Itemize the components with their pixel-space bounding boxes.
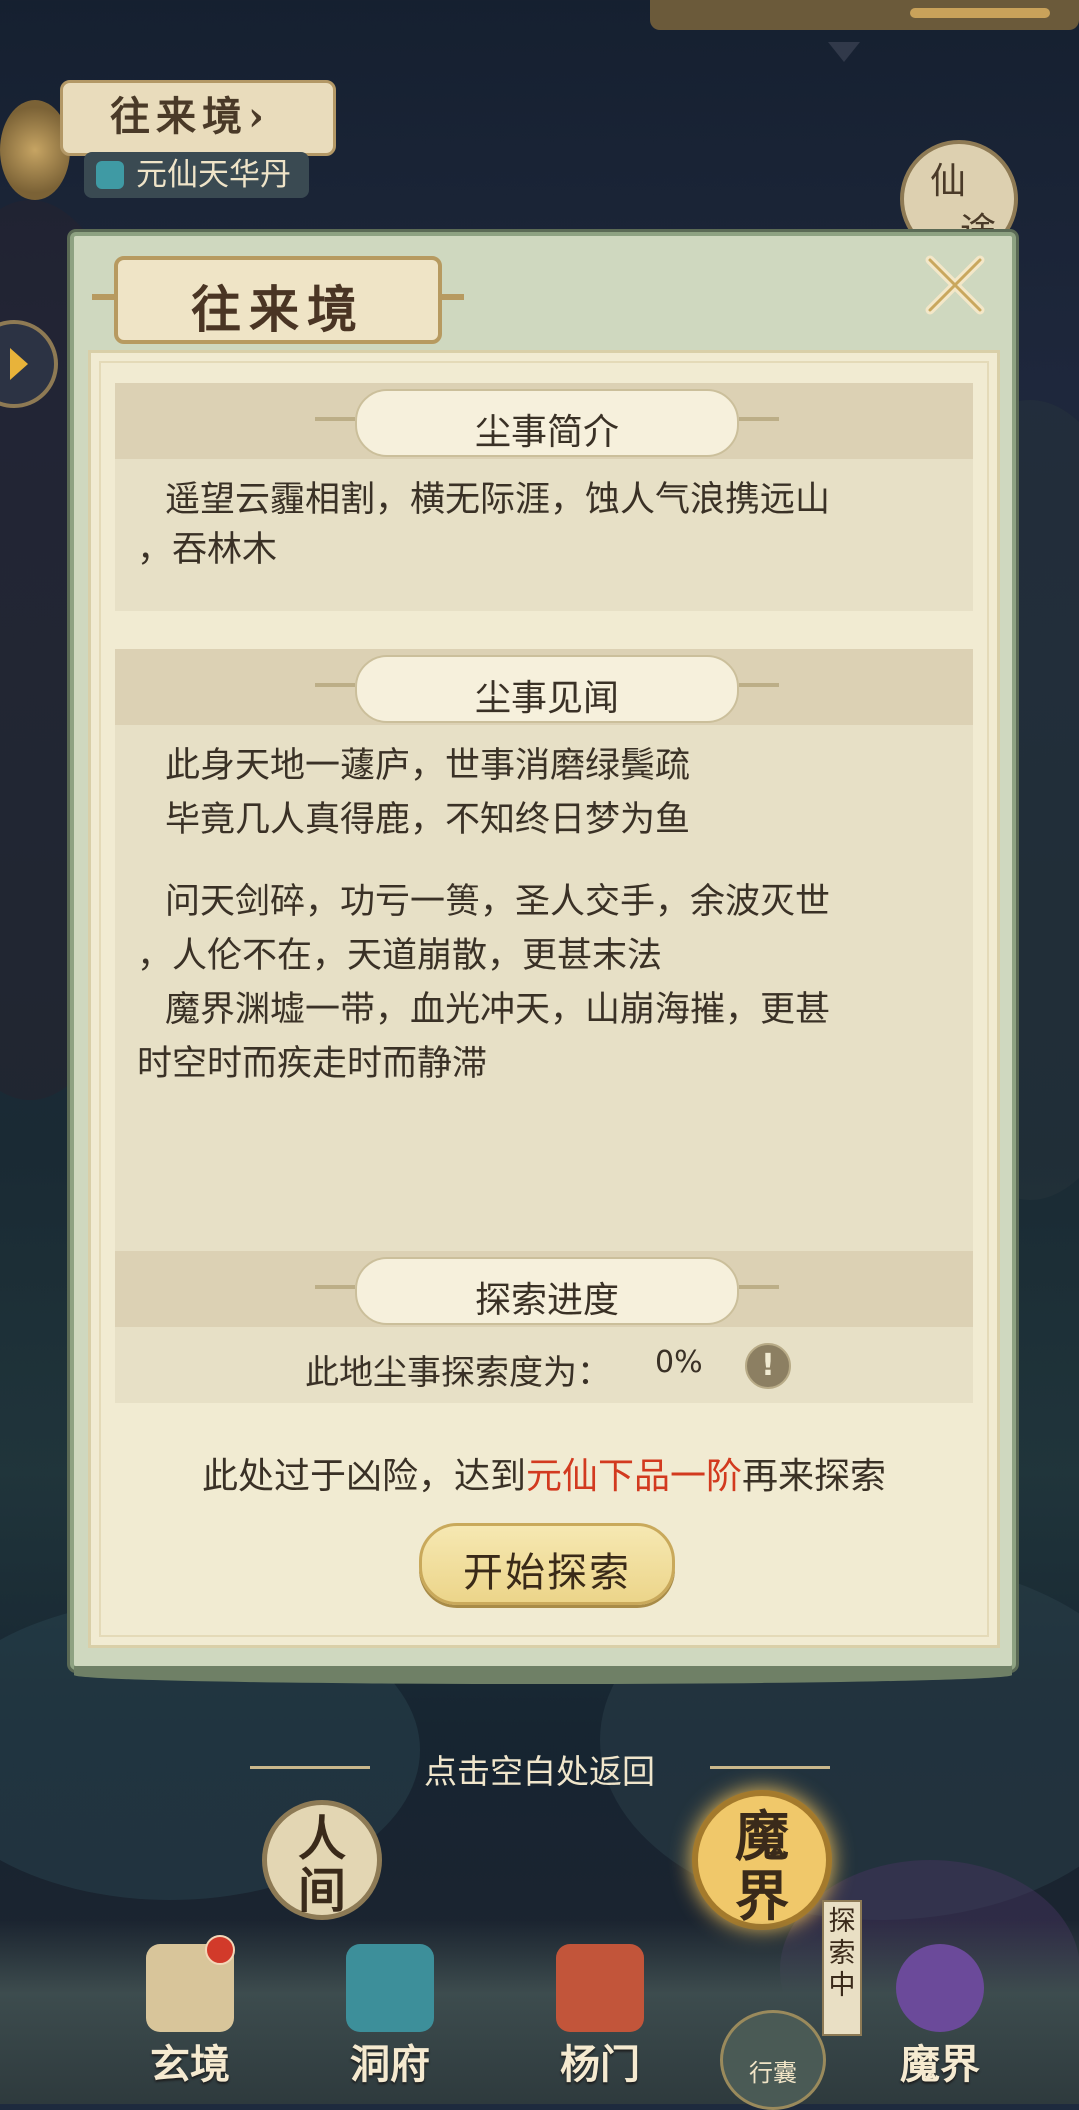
exploring-tag: 探索中 (822, 1900, 862, 2036)
section-label-lore: 尘事见闻 (474, 678, 619, 719)
required-realm: 元仙下品一阶 (525, 1456, 742, 1497)
section-body-progress: 此地尘事探索度为： 0% ! (115, 1327, 973, 1403)
return-hint[interactable]: 点击空白处返回 (0, 1745, 1079, 1793)
section-body-intro: 遥望云霾相割，横无际涯，蚀人气浪携远山 ，吞林木 (115, 459, 973, 611)
nav-xingnang[interactable]: 行囊 (720, 2010, 826, 2110)
area-item: 元仙天华丹 (84, 152, 309, 198)
section-header-progress: 探索进度 (115, 1251, 973, 1327)
lore-line: ，人伦不在，天道崩散，更甚末法 (137, 936, 663, 976)
start-explore-button[interactable]: 开始探索 (419, 1523, 675, 1605)
demon-realm-icon (896, 1944, 984, 2032)
realm-mojie-button[interactable]: 魔界 (692, 1790, 832, 1930)
lore-line: 问天剑碎，功亏一篑，圣人交手，余波灭世 (165, 882, 831, 922)
realm-renjian-button[interactable]: 人间 (262, 1800, 382, 1920)
section-label-intro: 尘事简介 (474, 412, 619, 453)
intro-line: 遥望云霾相割，横无际涯，蚀人气浪携远山 (165, 480, 831, 520)
close-button[interactable] (920, 250, 990, 320)
banner-icon (556, 1944, 644, 2032)
progress-value: 0% (655, 1345, 703, 1380)
dialog-title-plate: 往来境 (92, 256, 464, 344)
section-body-lore: 此身天地一蘧庐，世事消磨绿鬓疏 毕竟几人真得鹿，不知终日梦为鱼 问天剑碎，功亏一… (115, 725, 973, 1251)
nav-dongfu[interactable]: 洞府 (310, 1940, 470, 2090)
nav-yangmen[interactable]: 杨门 (520, 1940, 680, 2090)
top-resource-bar (650, 0, 1079, 30)
corner-badge-char: 仙 (930, 161, 967, 202)
intro-line: ，吞林木 (137, 530, 278, 570)
bottom-nav: 玄境 洞府 杨门 魔界 (0, 1920, 1079, 2104)
content-paper: 尘事简介 遥望云霾相割，横无际涯，蚀人气浪携远山 ，吞林木 尘事见闻 此身天地一… (88, 350, 1000, 1648)
lore-line: 时空时而疾走时而静滞 (137, 1044, 488, 1084)
wanglaijing-dialog: 往来境 尘事简介 遥望云霾相割，横无际涯，蚀人气浪携远山 ，吞林木 尘事见闻 此… (70, 232, 1016, 1684)
lore-line: 魔界渊墟一带，血光冲天，山崩海摧，更甚 (165, 990, 831, 1030)
chevron-right-icon (10, 348, 28, 380)
area-name: 往来境› (110, 93, 270, 140)
lore-line: 此身天地一蘧庐，世事消磨绿鬓疏 (165, 746, 691, 786)
section-label-progress: 探索进度 (474, 1280, 619, 1321)
area-tag[interactable]: 往来境› 元仙天华丹 (0, 60, 340, 200)
collapse-triangle-icon[interactable] (828, 42, 860, 62)
notification-dot (205, 1935, 235, 1965)
nav-xuanjing[interactable]: 玄境 (110, 1940, 270, 2090)
danger-warning: 此处过于凶险，达到元仙下品一阶再来探索 (201, 1456, 887, 1497)
dialog-title: 往来境 (191, 280, 365, 339)
pavilion-icon (346, 1944, 434, 2032)
lore-line: 毕竟几人真得鹿，不知终日梦为鱼 (165, 800, 691, 840)
section-header-intro: 尘事简介 (115, 383, 973, 459)
pill-icon (96, 161, 124, 189)
section-header-lore: 尘事见闻 (115, 649, 973, 725)
info-icon[interactable]: ! (745, 1343, 791, 1389)
progress-text: 此地尘事探索度为： (305, 1353, 611, 1393)
nav-mojie[interactable]: 魔界 (860, 1940, 1020, 2090)
chevron-right-icon: › (248, 93, 270, 140)
close-icon (925, 255, 985, 315)
